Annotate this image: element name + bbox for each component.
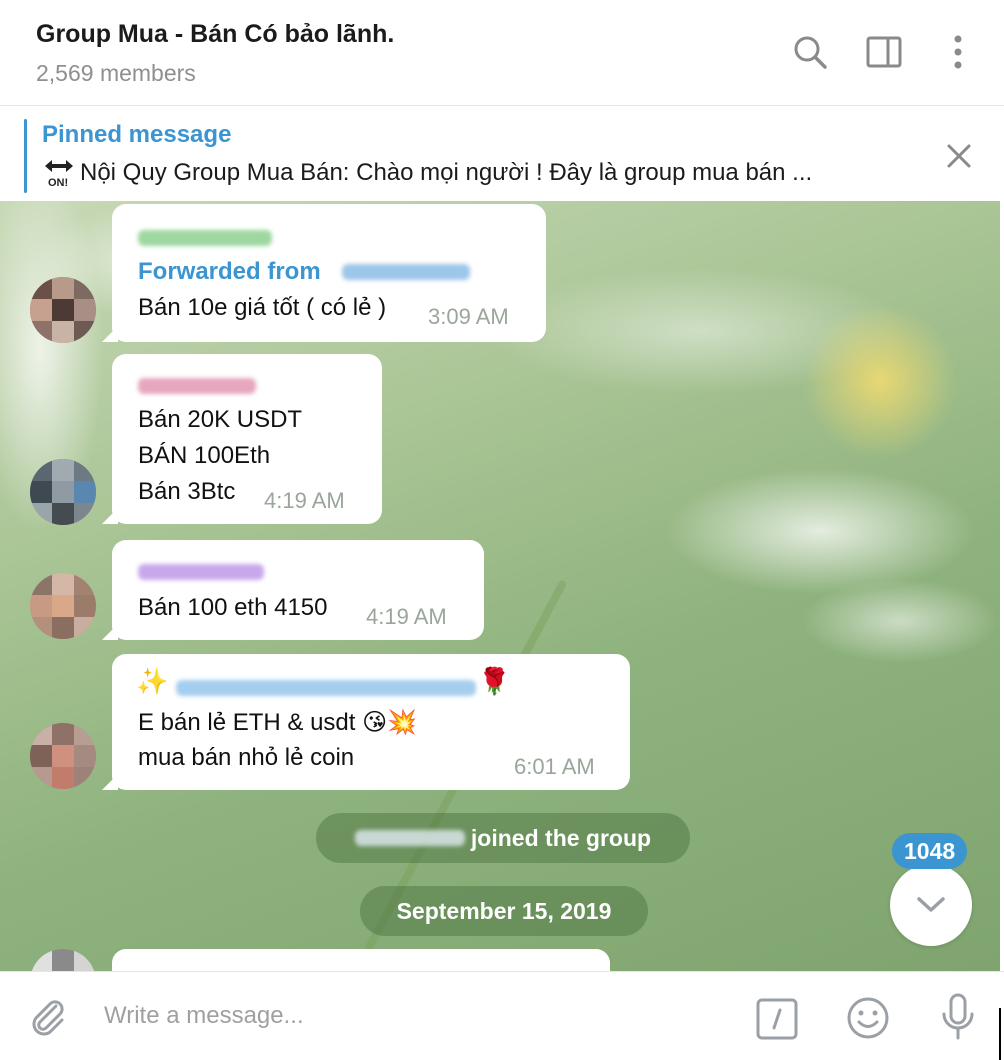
message-text: Bán 20K USDT bbox=[138, 406, 303, 433]
message-time: 3:09 AM bbox=[428, 304, 509, 329]
message-text: Bán 100 eth 4150 bbox=[138, 594, 328, 621]
sender-name[interactable] bbox=[138, 230, 272, 246]
scroll-down-button[interactable] bbox=[890, 864, 972, 946]
avatar[interactable] bbox=[30, 459, 96, 525]
pinned-accent-bar bbox=[24, 119, 27, 193]
message-text: BÁN 100Eth bbox=[138, 442, 271, 469]
sender-name[interactable] bbox=[138, 564, 264, 580]
more-vertical-icon[interactable] bbox=[938, 30, 978, 74]
pinned-text-row: ON! Nội Quy Group Mua Bán: Chào mọi ngườ… bbox=[42, 157, 812, 189]
date-separator: September 15, 2019 bbox=[360, 886, 648, 936]
forwarded-label: Forwarded from bbox=[138, 258, 321, 285]
attach-icon[interactable] bbox=[26, 994, 68, 1038]
message-time: 4:19 AM bbox=[366, 604, 447, 629]
message-bubble[interactable]: Bán 20K USDT BÁN 100Eth Bán 3Btc 4:19 AM bbox=[102, 354, 382, 524]
microphone-icon[interactable] bbox=[938, 992, 978, 1042]
message-input[interactable] bbox=[104, 994, 724, 1038]
sidebar-toggle-icon[interactable] bbox=[864, 30, 904, 74]
sparkles-icon: ✨ bbox=[136, 666, 169, 696]
message-text: E bán lẻ ETH & usdt 😘💥 bbox=[138, 709, 418, 736]
avatar[interactable] bbox=[30, 277, 96, 343]
close-icon[interactable] bbox=[944, 141, 974, 171]
message-text: Bán 10e giá tốt ( có lẻ ) bbox=[138, 294, 387, 321]
avatar[interactable] bbox=[30, 573, 96, 639]
message-text: mua bán nhỏ lẻ coin bbox=[138, 744, 355, 771]
message-bubble[interactable]: Bán 100 eth 4150 4:19 AM bbox=[102, 540, 484, 640]
message-time: 6:01 AM bbox=[514, 754, 595, 779]
emoji-icon[interactable] bbox=[846, 996, 890, 1040]
message-bubble[interactable] bbox=[112, 949, 610, 971]
message-text: Bán 3Btc bbox=[138, 478, 236, 505]
avatar[interactable] bbox=[30, 723, 96, 789]
message-bubble[interactable]: ✨ 🌹 E bán lẻ ETH & usdt 😘💥 mua bán nhỏ l… bbox=[102, 654, 630, 790]
chat-title[interactable]: Group Mua - Bán Có bảo lãnh. bbox=[36, 20, 394, 49]
unread-count-badge: 1048 bbox=[892, 833, 968, 869]
text-cursor bbox=[999, 1008, 1001, 1060]
search-icon[interactable] bbox=[790, 30, 830, 74]
rose-icon: 🌹 bbox=[478, 666, 511, 696]
join-notice-text: joined the group bbox=[470, 824, 652, 851]
joined-user-name[interactable] bbox=[354, 830, 465, 846]
pinned-text: Nội Quy Group Mua Bán: Chào mọi người ! … bbox=[80, 159, 813, 186]
chevron-down-icon bbox=[917, 897, 945, 912]
message-time: 4:19 AM bbox=[264, 488, 345, 513]
chat-header: Group Mua - Bán Có bảo lãnh. 2,569 membe… bbox=[0, 0, 1004, 106]
pinned-message-bar[interactable]: Pinned message ON! Nội Quy Group Mua Bán… bbox=[0, 107, 1004, 201]
bot-command-icon[interactable] bbox=[756, 998, 798, 1040]
avatar[interactable] bbox=[30, 949, 96, 971]
sender-name[interactable] bbox=[138, 378, 256, 394]
svg-text:ON!: ON! bbox=[48, 177, 68, 189]
message-bubble[interactable]: Forwarded from Bán 10e giá tốt ( có lẻ )… bbox=[102, 204, 546, 342]
forwarded-source-name[interactable] bbox=[342, 264, 470, 280]
sender-name[interactable] bbox=[176, 680, 476, 696]
chat-history[interactable]: Forwarded from Bán 10e giá tốt ( có lẻ )… bbox=[0, 201, 1000, 971]
message-composer bbox=[0, 971, 1004, 1060]
join-notice: joined the group bbox=[316, 813, 690, 863]
on-arrow-icon: ON! bbox=[42, 157, 76, 189]
pinned-label: Pinned message bbox=[42, 121, 232, 148]
member-count[interactable]: 2,569 members bbox=[36, 60, 196, 87]
